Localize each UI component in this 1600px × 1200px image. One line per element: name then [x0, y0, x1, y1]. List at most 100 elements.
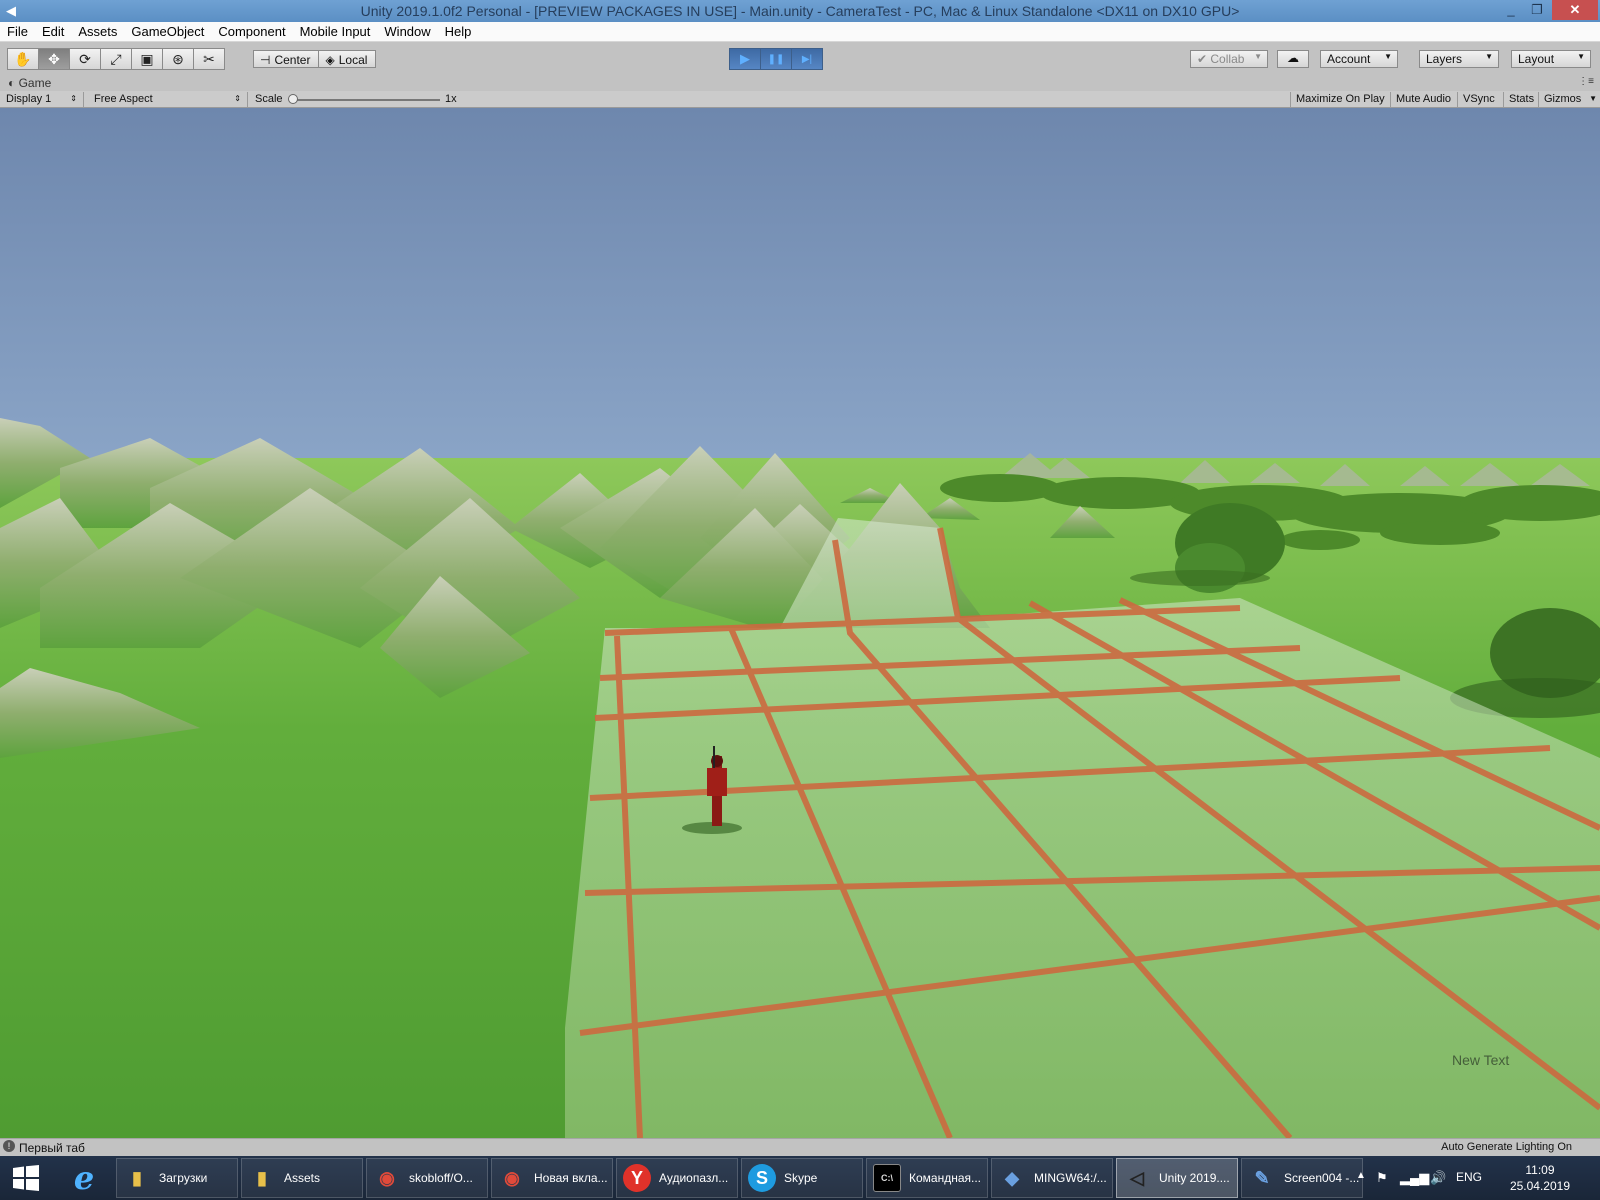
taskbar-item[interactable]: ▮ Загрузки [116, 1158, 238, 1198]
scale-tool-icon[interactable]: ⤢ [100, 48, 132, 70]
move-tool-icon[interactable]: ✥ [38, 48, 70, 70]
taskbar-item[interactable]: ◉ Новая вкла... [491, 1158, 613, 1198]
display-label: Display 1 [6, 93, 52, 105]
dropdown-arrow-icon: ▼ [1589, 94, 1597, 103]
menu-file[interactable]: File [0, 22, 35, 41]
network-icon[interactable]: ▂▄▆ [1400, 1170, 1429, 1186]
clock[interactable]: 11:09 25.04.2019 [1510, 1162, 1570, 1194]
close-button[interactable]: ✕ [1552, 0, 1598, 20]
hand-tool-icon[interactable]: ✋ [7, 48, 39, 70]
action-center-flag-icon[interactable]: ⚑ [1376, 1170, 1388, 1186]
panel-menu-icon[interactable]: ⋮≡ [1578, 76, 1594, 87]
taskbar-item[interactable]: ✎ Screen004 -... [1241, 1158, 1363, 1198]
folder-icon: ▮ [132, 1167, 142, 1188]
taskbar-item-label: skobloff/O... [409, 1171, 473, 1185]
taskbar-item[interactable]: C:\ Командная... [866, 1158, 988, 1198]
pivot-toggles: ⊣ Center ◈ Local [253, 50, 377, 72]
cloud-button[interactable]: ☁ [1277, 50, 1309, 68]
menu-edit[interactable]: Edit [35, 22, 71, 41]
git-icon: ◆ [1005, 1167, 1019, 1188]
taskbar-item[interactable]: ▮ Assets [241, 1158, 363, 1198]
taskbar-item-label: Skype [784, 1171, 818, 1185]
transform-tool-icon[interactable]: ⊛ [162, 48, 194, 70]
mute-audio-toggle[interactable]: Mute Audio [1390, 92, 1451, 107]
system-tray: ▲ ⚑ ▂▄▆ 🔊 ENG 11:09 25.04.2019 [1350, 1156, 1600, 1200]
taskbar-item-label: Командная... [909, 1171, 982, 1185]
menu-bar: File Edit Assets GameObject Component Mo… [0, 22, 1600, 42]
paint-icon: ✎ [1254, 1167, 1270, 1188]
minimize-button[interactable]: _ [1498, 0, 1524, 20]
layout-label: Layout [1518, 52, 1555, 66]
transform-tools: ✋ ✥ ⟳ ⤢ ▣ ⊛ ✂ [7, 48, 225, 70]
windows-logo-icon [13, 1165, 39, 1191]
step-button[interactable]: ▶| [791, 48, 823, 70]
custom-tool-icon[interactable]: ✂ [193, 48, 225, 70]
taskbar-item-label: Screen004 -... [1284, 1171, 1360, 1185]
scale-slider-handle[interactable] [288, 94, 298, 104]
dropdown-arrow-icon: ▼ [1577, 52, 1585, 61]
language-indicator[interactable]: ENG [1456, 1170, 1482, 1184]
stats-toggle[interactable]: Stats [1503, 92, 1534, 107]
collab-dropdown[interactable]: ✔ Collab ▼ [1190, 50, 1268, 68]
check-icon: ✔ [1197, 52, 1211, 66]
taskbar-item[interactable]: Y Аудиопазл... [616, 1158, 738, 1198]
layers-dropdown[interactable]: Layers ▼ [1419, 50, 1499, 68]
scene-render: New Text [0, 108, 1600, 1138]
cmd-icon: C:\ [873, 1164, 901, 1192]
cloud-icon: ☁ [1287, 51, 1299, 65]
rect-tool-icon[interactable]: ▣ [131, 48, 163, 70]
gizmos-dropdown[interactable]: Gizmos ▼ [1538, 92, 1600, 107]
taskbar-item[interactable]: S Skype [741, 1158, 863, 1198]
account-dropdown[interactable]: Account ▼ [1320, 50, 1398, 68]
taskbar-item[interactable]: ◉ skobloff/O... [366, 1158, 488, 1198]
window-title: Unity 2019.1.0f2 Personal - [PREVIEW PAC… [360, 3, 1240, 19]
pivot-label: Center [274, 52, 311, 67]
overlay-text: New Text [1452, 1052, 1509, 1068]
volume-icon[interactable]: 🔊 [1430, 1170, 1446, 1186]
show-hidden-icons-icon[interactable]: ▲ [1356, 1170, 1366, 1181]
internet-explorer-icon[interactable]: e [56, 1156, 112, 1200]
menu-gameobject[interactable]: GameObject [124, 22, 211, 41]
windows-taskbar: e ▮ Загрузки ▮ Assets ◉ skobloff/O... ◉ Новая в… [0, 1156, 1600, 1200]
title-bar: ◀ Unity 2019.1.0f2 Personal - [PREVIEW P… [0, 0, 1600, 22]
clock-time: 11:09 [1525, 1163, 1555, 1177]
taskbar-item-label: Новая вкла... [534, 1171, 608, 1185]
scale-slider-track[interactable] [292, 99, 440, 101]
vsync-toggle[interactable]: VSync [1457, 92, 1495, 107]
taskbar-item-label: MINGW64:/... [1034, 1171, 1107, 1185]
playback-controls: ▶ ❚❚ ▶| [729, 48, 823, 70]
restore-button[interactable]: ❐ [1524, 0, 1550, 20]
layers-label: Layers [1426, 52, 1463, 66]
dropdown-arrow-icon: ▼ [1485, 52, 1493, 61]
layout-dropdown[interactable]: Layout ▼ [1511, 50, 1591, 68]
menu-mobile-input[interactable]: Mobile Input [293, 22, 378, 41]
pause-button[interactable]: ❚❚ [760, 48, 792, 70]
menu-assets[interactable]: Assets [71, 22, 124, 41]
menu-help[interactable]: Help [438, 22, 479, 41]
account-label: Account [1327, 52, 1371, 66]
taskbar-item[interactable]: ◁ Unity 2019.... [1116, 1158, 1238, 1198]
maximize-on-play-toggle[interactable]: Maximize On Play [1290, 92, 1385, 107]
play-button[interactable]: ▶ [729, 48, 761, 70]
taskbar-item-label: Аудиопазл... [659, 1171, 729, 1185]
menu-window[interactable]: Window [377, 22, 437, 41]
unity-icon: ◁ [1130, 1167, 1144, 1188]
dropdown-arrow-icon: ▼ [1254, 52, 1262, 61]
pivot-center-toggle[interactable]: ⊣ Center [253, 50, 320, 68]
start-button[interactable] [0, 1156, 52, 1200]
display-dropdown[interactable]: Display 1 ⇕ [6, 92, 84, 107]
menu-component[interactable]: Component [211, 22, 292, 41]
dropdown-arrow-icon: ▼ [1384, 52, 1392, 61]
skype-icon: S [748, 1164, 776, 1192]
game-viewport[interactable]: New Text [0, 108, 1600, 1138]
space-local-toggle[interactable]: ◈ Local [318, 50, 377, 68]
scale-value: 1x [445, 93, 457, 105]
updown-icon: ⇕ [234, 94, 241, 103]
taskbar-item[interactable]: ◆ MINGW64:/... [991, 1158, 1113, 1198]
space-label: Local [338, 52, 368, 67]
info-icon: ! [3, 1140, 15, 1152]
game-tab[interactable]: ◐ Game [8, 76, 51, 90]
rotate-tool-icon[interactable]: ⟳ [69, 48, 101, 70]
aspect-dropdown[interactable]: Free Aspect ⇕ [94, 92, 248, 107]
console-message[interactable]: Первый таб [19, 1141, 85, 1155]
